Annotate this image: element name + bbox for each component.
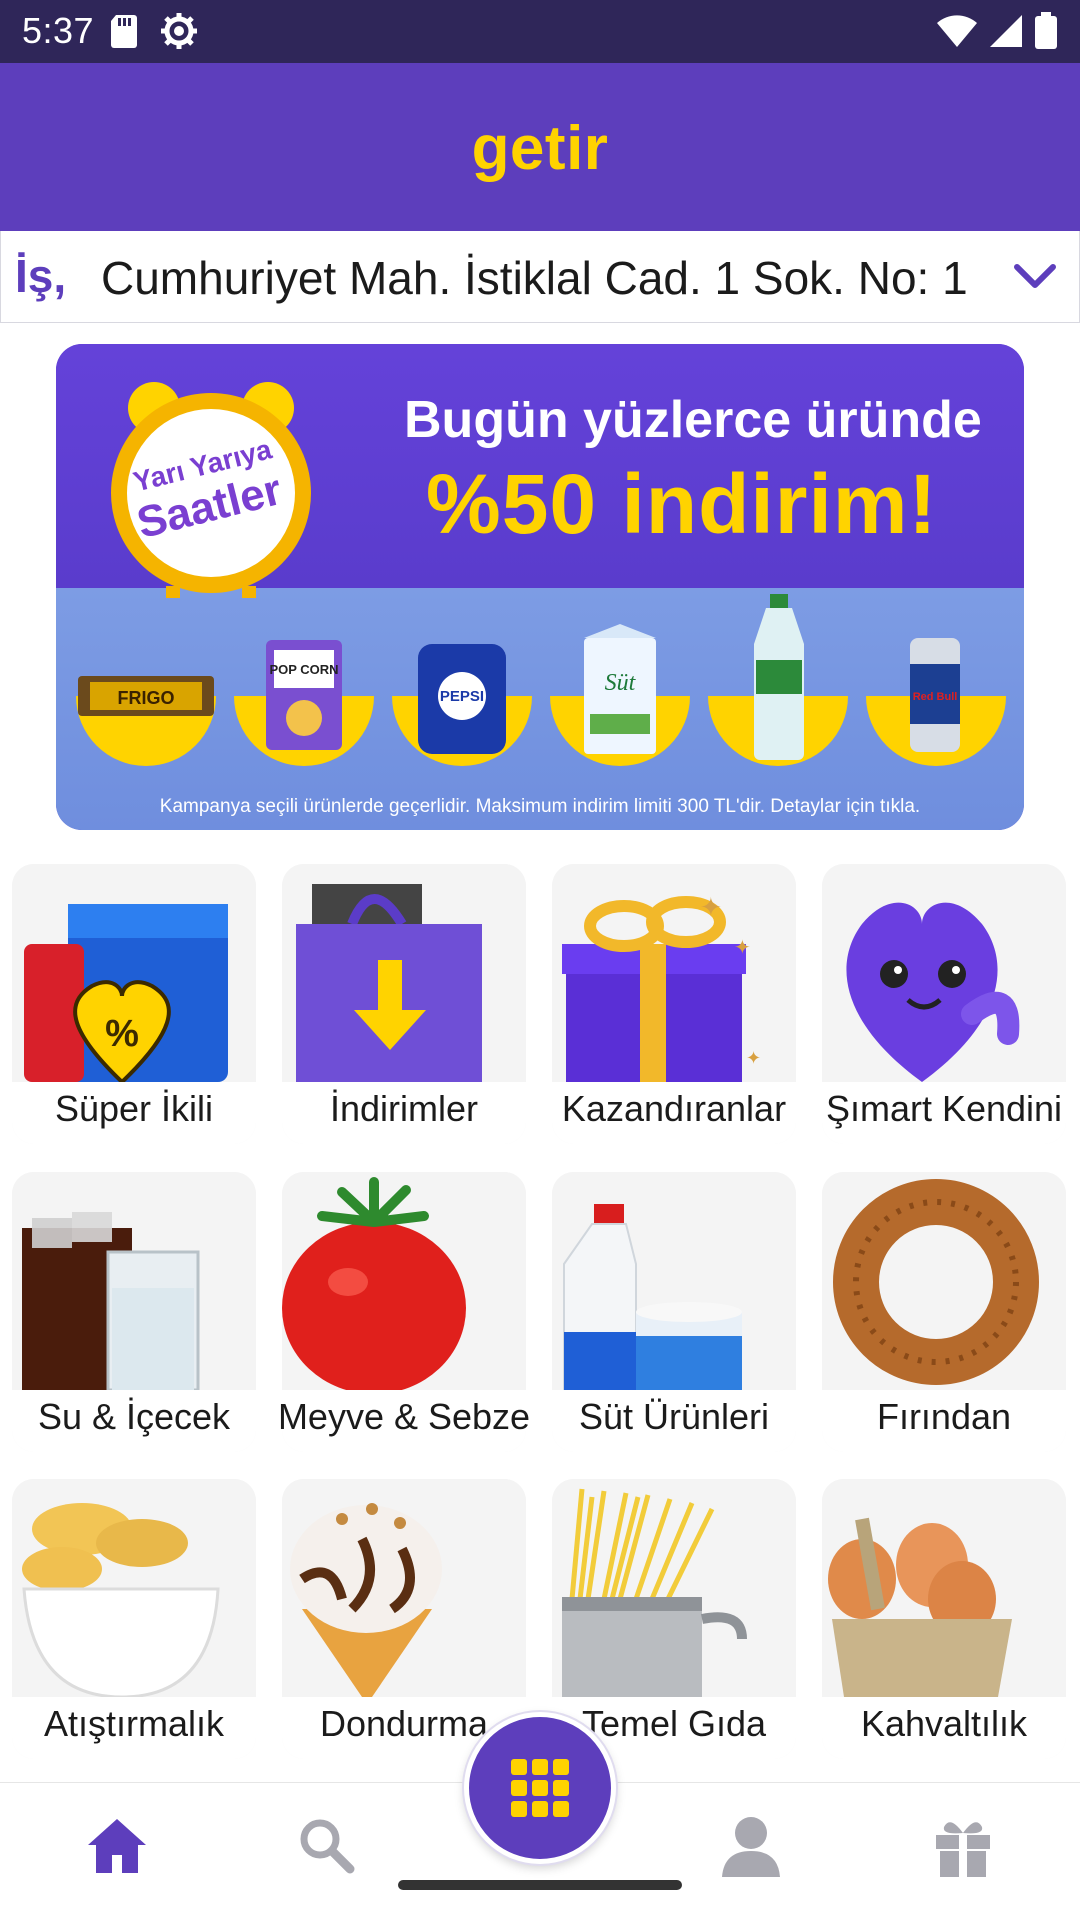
category-meyve-sebze[interactable]: Meyve & Sebze [278,1172,530,1452]
profile-icon[interactable] [716,1811,786,1881]
category-label: Atıştırmalık [43,1703,225,1744]
home-indicator[interactable] [398,1880,682,1890]
eggs-icon [822,1479,1066,1697]
address-type-label: İş, [15,250,67,302]
status-bar: 5:37 [0,0,1080,63]
category-firindan[interactable]: Fırından [822,1172,1066,1452]
category-kazandiranlar[interactable]: ✦ ✦ ✦ Kazandıranlar [552,864,796,1144]
ice-cream-icon [282,1479,526,1697]
home-icon[interactable] [82,1811,152,1881]
drinks-icon [12,1172,256,1390]
svg-text:✦: ✦ [700,892,722,922]
app-header: getir [0,63,1080,231]
promo-banner[interactable]: Yarı Yarıya Saatler Bugün yüzlerce üründ… [56,344,1024,830]
chevron-down-icon[interactable] [1011,255,1059,299]
category-label: Kazandıranlar [561,1088,787,1129]
product-chocolate-bar: FRIGO [78,672,214,725]
signal-icon [988,13,1024,54]
sd-card-icon [110,13,138,54]
category-label: Süt Ürünleri [578,1396,770,1437]
product-energy-can: Red Bull [910,634,960,757]
category-dondurma[interactable]: Dondurma [282,1479,526,1759]
svg-text:%: % [105,1013,139,1055]
category-label: Kahvaltılık [860,1703,1028,1744]
category-label: Şımart Kendini [825,1088,1063,1129]
category-label: Meyve & Sebze [277,1396,531,1437]
settings-icon [160,12,198,55]
category-su-icecek[interactable]: Su & İçecek [12,1172,256,1452]
category-label: Su & İçecek [37,1396,231,1437]
address-selector[interactable]: İş, Cumhuriyet Mah. İstiklal Cad. 1 Sok.… [0,231,1080,323]
categories-grid-button[interactable] [464,1712,616,1864]
gift-icon[interactable] [928,1811,998,1881]
simit-icon [822,1172,1066,1390]
category-temel-gida[interactable]: Temel Gıda [552,1479,796,1759]
address-text: Cumhuriyet Mah. İstiklal Cad. 1 Sok. No:… [101,252,968,304]
search-icon[interactable] [292,1811,362,1881]
discount-bag-icon [282,864,526,1082]
category-super-ikili[interactable]: % Süper İkili [12,864,256,1144]
banner-footer-text: Kampanya seçili ürünlerde geçerlidir. Ma… [159,796,921,817]
battery-icon [1034,12,1058,55]
product-text: Süt [605,670,637,696]
svg-text:✦: ✦ [746,1048,761,1068]
product-text: POP CORN [269,662,338,677]
category-label: Süper İkili [54,1088,214,1129]
category-kahvaltilik[interactable]: Kahvaltılık [822,1479,1066,1759]
tomato-icon [282,1172,526,1390]
category-simart-kendini[interactable]: Şımart Kendini [822,864,1066,1144]
category-indirimler[interactable]: İndirimler [282,864,526,1144]
product-milk-carton: Süt [584,624,656,759]
product-text: FRIGO [118,688,175,708]
chips-icon [12,1479,256,1697]
category-label: Fırından [876,1396,1012,1437]
banner-title-line1: Bugün yüzlerce üründe [404,391,982,449]
super-pair-icon: % [12,864,256,1082]
status-time: 5:37 [22,10,95,51]
svg-text:✦: ✦ [734,937,751,959]
gift-box-icon: ✦ ✦ ✦ [552,864,796,1082]
app-logo: getir [471,114,609,183]
alarm-clock-icon: Yarı Yarıya Saatler [96,368,326,598]
category-atistirmalik[interactable]: Atıştırmalık [12,1479,256,1759]
product-text: Red Bull [913,691,958,703]
categories-grid-icon [511,1759,569,1817]
pasta-icon [552,1479,796,1697]
heart-character-icon [822,864,1066,1082]
banner-title-line2: %50 indirim! [426,457,938,551]
product-popcorn-pack: POP CORN [266,640,342,755]
wifi-icon [936,13,978,54]
product-pepsi-pack: PEPSI [418,644,506,759]
milk-icon [552,1172,796,1390]
category-label: İndirimler [329,1088,479,1129]
category-sut-urunleri[interactable]: Süt Ürünleri [552,1172,796,1452]
product-text: PEPSI [440,688,484,705]
product-water-bottle [752,594,806,765]
